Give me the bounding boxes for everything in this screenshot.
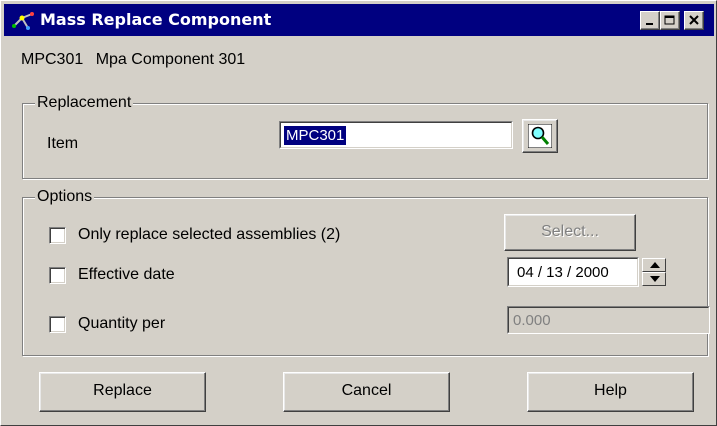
- item-lookup-button[interactable]: [522, 119, 558, 153]
- effective-date-field[interactable]: 04 / 13 / 2000: [507, 257, 639, 287]
- maximize-button[interactable]: [660, 11, 680, 30]
- effective-date-checkbox[interactable]: [49, 267, 66, 284]
- maximize-icon: [664, 15, 675, 25]
- component-code: MPC301: [21, 51, 84, 68]
- quantity-per-input[interactable]: 0.000: [507, 306, 710, 334]
- title-bar[interactable]: Mass Replace Component: [4, 4, 714, 36]
- only-selected-checkbox[interactable]: [49, 227, 66, 244]
- options-legend: Options: [35, 187, 95, 207]
- window-title: Mass Replace Component: [40, 10, 272, 29]
- item-value: MPC301: [284, 126, 347, 145]
- effective-date-value: 04 / 13 / 2000: [517, 264, 609, 281]
- quantity-per-label: Quantity per: [78, 315, 166, 332]
- quantity-per-checkbox[interactable]: [49, 316, 66, 333]
- date-spin-up[interactable]: [642, 258, 666, 272]
- mass-replace-dialog: Mass Replace Component MPC301 Mpa Compon…: [0, 0, 717, 426]
- help-button[interactable]: Help: [527, 372, 694, 412]
- effective-date-label: Effective date: [78, 266, 175, 283]
- replace-button[interactable]: Replace: [39, 372, 206, 412]
- replacement-legend: Replacement: [35, 93, 134, 113]
- quantity-per-value: 0.000: [513, 312, 551, 329]
- arrow-up-icon: [650, 262, 660, 268]
- magnifier-icon: [528, 124, 552, 148]
- close-button[interactable]: [684, 11, 704, 30]
- only-selected-label: Only replace selected assemblies (2): [78, 226, 341, 243]
- component-name: Mpa Component 301: [95, 51, 246, 68]
- item-input[interactable]: MPC301: [279, 121, 513, 149]
- close-icon: [689, 15, 699, 25]
- component-caption: MPC301 Mpa Component 301: [21, 51, 253, 69]
- arrow-down-icon: [650, 276, 660, 282]
- item-label: Item: [47, 135, 79, 152]
- date-spin-down[interactable]: [642, 272, 666, 286]
- minimize-icon: [646, 23, 653, 25]
- app-icon: [10, 8, 36, 32]
- minimize-button[interactable]: [640, 11, 660, 30]
- cancel-button[interactable]: Cancel: [283, 372, 450, 412]
- select-button[interactable]: Select...: [504, 214, 636, 251]
